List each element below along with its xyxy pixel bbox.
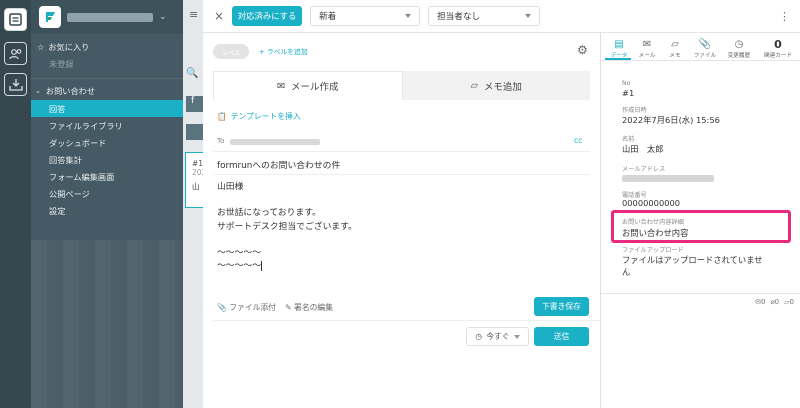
sidebar: ⌄ ☆ お気に入り 未登録 ⌄ お問い合わせ 回答 ファイルライブラリ ダッシュ… (31, 0, 183, 408)
chevron-down-icon: ⌄ (35, 86, 41, 95)
star-icon: ☆ (37, 41, 45, 52)
sidebar-item-form-editor[interactable]: フォーム編集画面 (31, 168, 183, 185)
caret-down-icon (405, 14, 412, 18)
field-label-upload: ファイルアップロード (622, 247, 684, 254)
sidebar-item-summary[interactable]: 回答集計 (31, 151, 183, 168)
tab-memo[interactable]: ▱ メモ追加 (402, 71, 590, 100)
mail-icon: ✉ (277, 80, 285, 92)
history-icon: ◷ (734, 38, 744, 50)
menu-icon[interactable]: ≡ (189, 8, 198, 21)
close-icon[interactable]: × (214, 9, 224, 23)
memo-count: ▱0 (784, 298, 794, 306)
tab-mail[interactable]: ✉ メール作成 (213, 71, 403, 100)
list-label-chip: f (186, 96, 203, 112)
search-icon[interactable]: 🔍 (186, 68, 198, 79)
add-label-link[interactable]: + ラベルを追加 (259, 46, 308, 56)
data-icon: ▤ (614, 38, 624, 50)
save-draft-button[interactable]: 下書き保存 (534, 297, 589, 316)
redacted-area (31, 240, 183, 408)
field-label-created: 作成日時 (622, 107, 647, 114)
sidebar-item-settings[interactable]: 設定 (31, 202, 183, 219)
cc-toggle[interactable]: cc (574, 136, 582, 145)
clock-icon: ◷ (475, 332, 483, 341)
field-label-no: No (622, 80, 631, 87)
clipboard-icon: 📋 (217, 112, 227, 121)
recipient-redacted[interactable] (230, 139, 320, 145)
gear-icon[interactable]: ⚙ (577, 43, 588, 57)
favorites-header[interactable]: ☆ お気に入り (31, 37, 183, 56)
tab-change-history[interactable]: ◷ 変更履歴 (723, 37, 755, 60)
sidebar-item-public-page[interactable]: 公開ページ (31, 185, 183, 202)
file-count: ⌀0 (770, 298, 780, 306)
response-list: ≡ 🔍 f #1 202 山 (183, 0, 206, 408)
compose-tabs: ✉ メール作成 ▱ メモ追加 (213, 71, 590, 100)
tab-related-cards[interactable]: 0 関連カード (759, 37, 797, 60)
paperclip-icon: 📎 (217, 303, 227, 312)
app-rail (0, 0, 31, 408)
more-icon[interactable]: ⋮ (779, 10, 790, 23)
team-name-redacted (67, 12, 153, 22)
sidebar-item-file-library[interactable]: ファイルライブラリ (31, 117, 183, 134)
favorites-empty: 未登録 (49, 59, 74, 69)
users-icon[interactable] (4, 42, 27, 65)
insert-template-link[interactable]: 📋 テンプレートを挿入 (217, 111, 301, 122)
related-card-count: 0 (774, 37, 782, 51)
mail-count: ✉0 (755, 298, 766, 306)
field-value-name: 山田 太郎 (622, 144, 664, 154)
formrun-logo (39, 6, 61, 28)
assignee-select[interactable]: 担当者なし (428, 6, 541, 26)
edit-signature-button[interactable]: ✎ 署名の編集 (285, 302, 333, 313)
mail-icon: ✉ (642, 38, 652, 50)
body-textarea[interactable]: 山田様 お世話になっております。 サポートデスク担当でございます。 〜〜〜〜〜 … (217, 181, 357, 273)
tab-memo-history[interactable]: ▱ メモ (661, 37, 689, 60)
pencil-icon: ✎ (285, 303, 292, 312)
paperclip-icon: 📎 (698, 38, 712, 50)
field-value-no: #1 (622, 88, 635, 98)
mark-handled-button[interactable]: 対応済みにする (232, 6, 303, 26)
caret-down-icon (513, 334, 520, 339)
field-value-upload: ファイルはアップロードされていませ ん (622, 255, 763, 277)
activity-counts: ✉0 ⌀0 ▱0 (755, 298, 794, 306)
form-section-header[interactable]: ⌄ お問い合わせ (31, 81, 183, 100)
to-label: To (217, 137, 225, 145)
team-switcher[interactable]: ⌄ (31, 0, 183, 34)
field-value-phone: 00000000000 (622, 198, 681, 208)
tab-mail-history[interactable]: ✉ メール (633, 37, 661, 60)
highlight-box (611, 210, 791, 243)
sidebar-item-dashboard[interactable]: ダッシュボード (31, 134, 183, 151)
top-toolbar: × 対応済みにする 新着 担当者なし ⋮ (203, 0, 800, 33)
status-select[interactable]: 新着 (310, 6, 421, 26)
send-time-select[interactable]: ◷ 今すぐ (466, 327, 529, 346)
field-label-name: 名前 (622, 136, 635, 143)
sidebar-item-responses[interactable]: 回答 (31, 100, 183, 117)
caret-down-icon (525, 14, 532, 18)
inbox-app-icon[interactable] (4, 8, 27, 31)
attach-file-button[interactable]: 📎 ファイル添付 (217, 302, 276, 313)
chevron-down-icon: ⌄ (159, 12, 167, 22)
memo-icon: ▱ (470, 80, 478, 91)
list-item[interactable]: #1 202 山 (185, 152, 206, 208)
send-button[interactable]: 送信 (534, 327, 589, 346)
label-chip[interactable]: ラベル (213, 44, 249, 59)
download-tray-icon[interactable] (4, 73, 27, 96)
tab-data[interactable]: ▤ データ (605, 37, 633, 60)
memo-icon: ▱ (671, 38, 679, 50)
subject-input[interactable]: formrunへのお問い合わせの件 (217, 158, 340, 171)
field-label-email: メールアドレス (622, 166, 666, 173)
tab-files[interactable]: 📎 ファイル (691, 37, 719, 60)
list-label-chip-2 (186, 124, 203, 140)
field-value-email-redacted (622, 175, 714, 182)
field-value-created: 2022年7月6日(水) 15:56 (622, 115, 720, 125)
